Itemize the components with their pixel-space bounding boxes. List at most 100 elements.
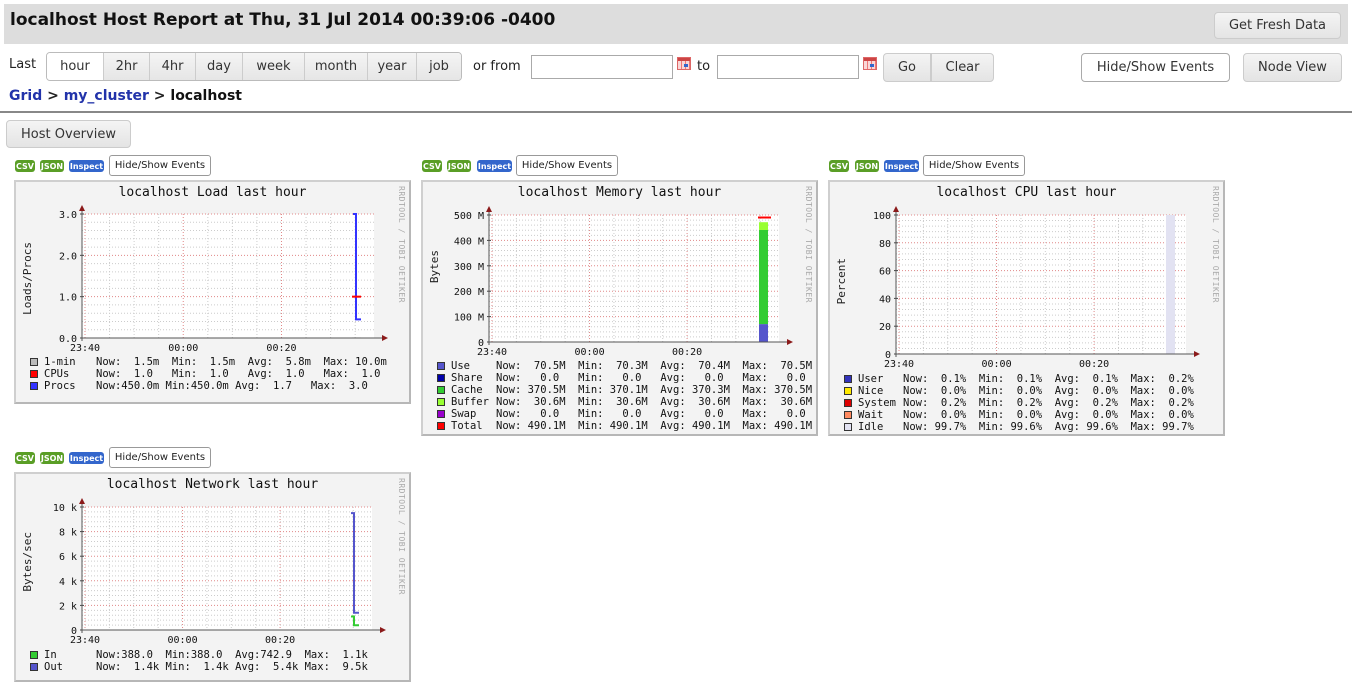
legend-stats: Now: 1.5m Min: 1.5m Avg: 5.8m Max: 10.0m: [96, 356, 387, 368]
graph-legend: 1-min Now: 1.5m Min: 1.5m Avg: 5.8m Max: …: [30, 356, 387, 392]
json-button[interactable]: JSON: [40, 452, 64, 464]
breadcrumb-separator: >: [47, 88, 59, 104]
legend-swatch: [437, 374, 445, 382]
inspect-button[interactable]: Inspect: [69, 160, 104, 172]
graph-events-button[interactable]: Hide/Show Events: [516, 155, 618, 176]
y-tick-label: 200 M: [454, 287, 484, 298]
csv-button[interactable]: CSV: [15, 160, 35, 172]
y-tick-label: 400 M: [454, 236, 484, 247]
inspect-button[interactable]: Inspect: [884, 160, 919, 172]
x-tick-label: 00:20: [266, 343, 296, 354]
csv-button[interactable]: CSV: [829, 160, 849, 172]
legend-swatch: [844, 411, 852, 419]
y-tick-label: 100 M: [454, 313, 484, 324]
x-tick-label: 23:40: [70, 635, 100, 646]
node-view-button[interactable]: Node View: [1243, 53, 1342, 82]
legend-series-name: 1-min: [44, 356, 76, 368]
y-tick-label: 60: [879, 267, 891, 278]
breadcrumb-separator: >: [153, 88, 166, 104]
legend-swatch: [437, 398, 445, 406]
memory-graph[interactable]: localhost Memory last hour RRDTOOL / TOBI…: [421, 180, 818, 436]
graph-events-button[interactable]: Hide/Show Events: [923, 155, 1025, 176]
legend-swatch: [30, 370, 38, 378]
calendar-icon[interactable]: [863, 57, 877, 70]
go-button[interactable]: Go: [883, 53, 931, 82]
y-tick-label: 2 k: [59, 601, 77, 612]
graph-legend: In Now:388.0 Min:388.0 Avg:742.9 Max: 1.1…: [30, 649, 368, 673]
y-tick-label: 20: [879, 322, 891, 333]
graph-events-button[interactable]: Hide/Show Events: [109, 155, 211, 176]
legend-series-name: Share: [451, 372, 483, 384]
from-date-input[interactable]: [531, 55, 673, 79]
range-job[interactable]: job: [416, 53, 461, 80]
x-tick-label: 00:00: [981, 359, 1011, 370]
y-tick-label: 2.0: [59, 251, 77, 262]
legend-row: CPUs Now: 1.0 Min: 1.0 Avg: 1.0 Max: 1.0: [30, 368, 387, 380]
hide-show-events-button[interactable]: Hide/Show Events: [1081, 53, 1230, 82]
range-4hr[interactable]: 4hr: [149, 53, 195, 80]
range-hour[interactable]: hour: [47, 53, 103, 80]
inspect-button[interactable]: Inspect: [69, 452, 104, 464]
legend-stats: Now: 99.7% Min: 99.6% Avg: 99.6% Max: 99…: [903, 421, 1194, 433]
y-tick-label: 80: [879, 239, 891, 250]
json-button[interactable]: JSON: [855, 160, 879, 172]
y-tick-label: 300 M: [454, 262, 484, 273]
csv-button[interactable]: CSV: [422, 160, 442, 172]
legend-row: Out Now: 1.4k Min: 1.4k Avg: 5.4k Max: 9.…: [30, 661, 368, 673]
legend-row: User Now: 0.1% Min: 0.1% Avg: 0.1% Max: 0…: [844, 373, 1194, 385]
legend-swatch: [437, 386, 445, 394]
x-tick-label: 00:00: [167, 635, 197, 646]
graph-events-button[interactable]: Hide/Show Events: [109, 447, 211, 468]
legend-swatch: [844, 387, 852, 395]
range-month[interactable]: month: [304, 53, 367, 80]
y-axis-arrow: [893, 206, 899, 212]
legend-row: Idle Now: 99.7% Min: 99.6% Avg: 99.6% Max…: [844, 421, 1194, 433]
y-tick-label: 4 k: [59, 577, 77, 588]
plot-area: 02 k4 k6 k8 k10 k23:40 00:00 00:20: [53, 498, 386, 646]
range-day[interactable]: day: [195, 53, 242, 80]
series-use: [759, 324, 768, 342]
breadcrumb-grid[interactable]: Grid: [9, 88, 42, 104]
json-button[interactable]: JSON: [447, 160, 471, 172]
get-fresh-data-button[interactable]: Get Fresh Data: [1214, 12, 1341, 39]
y-axis-arrow: [79, 205, 85, 211]
clear-button[interactable]: Clear: [931, 53, 994, 82]
legend-row: Total Now: 490.1M Min: 490.1M Avg: 490.1M…: [437, 420, 812, 432]
y-tick-label: 500 M: [454, 211, 484, 222]
cpu-graph[interactable]: localhost CPU last hour RRDTOOL / TOBI OE…: [828, 180, 1225, 436]
y-tick-label: 1.0: [59, 293, 77, 304]
to-date-input[interactable]: [717, 55, 859, 79]
csv-button[interactable]: CSV: [15, 452, 35, 464]
x-tick-label: 23:40: [884, 359, 914, 370]
load-graph[interactable]: localhost Load last hour RRDTOOL / TOBI O…: [14, 180, 411, 404]
calendar-icon[interactable]: [677, 57, 691, 70]
range-year[interactable]: year: [367, 53, 416, 80]
legend-swatch: [437, 410, 445, 418]
plot-area: 0.01.02.03.023:40 00:00 00:20: [59, 205, 388, 354]
legend-row: 1-min Now: 1.5m Min: 1.5m Avg: 5.8m Max: …: [30, 356, 387, 368]
legend-stats: Now:450.0m Min:450.0m Avg: 1.7 Max: 3.0: [96, 380, 368, 392]
legend-row: Buffer Now: 30.6M Min: 30.6M Avg: 30.6M M…: [437, 396, 812, 408]
legend-series-name: In: [44, 649, 57, 661]
graph-legend: User Now: 0.1% Min: 0.1% Avg: 0.1% Max: 0…: [844, 373, 1194, 433]
legend-row: Swap Now: 0.0 Min: 0.0 Avg: 0.0 Max: 0.0: [437, 408, 812, 420]
x-tick-label: 00:20: [1079, 359, 1109, 370]
legend-series-name: Procs: [44, 380, 76, 392]
range-2hr[interactable]: 2hr: [103, 53, 149, 80]
legend-stats: Now: 0.1% Min: 0.1% Avg: 0.1% Max: 0.2%: [903, 373, 1194, 385]
legend-swatch: [844, 375, 852, 383]
breadcrumb-cluster[interactable]: my_cluster: [64, 88, 149, 104]
y-tick-label: 6 k: [59, 552, 77, 563]
legend-stats: Now: 0.2% Min: 0.2% Avg: 0.2% Max: 0.2%: [903, 397, 1194, 409]
legend-series-name: Total: [451, 420, 483, 432]
legend-stats: Now: 490.1M Min: 490.1M Avg: 490.1M Max:…: [496, 420, 813, 432]
inspect-button[interactable]: Inspect: [477, 160, 512, 172]
network-graph[interactable]: localhost Network last hour RRDTOOL / TOB…: [14, 472, 411, 682]
json-button[interactable]: JSON: [40, 160, 64, 172]
plot-area: 0100 M200 M300 M400 M500 M23:40 00:00 00:2…: [454, 206, 793, 358]
range-week[interactable]: week: [242, 53, 304, 80]
series-idle: [1166, 215, 1175, 354]
host-overview-button[interactable]: Host Overview: [6, 120, 131, 148]
legend-stats: Now: 70.5M Min: 70.3M Avg: 70.4M Max: 70…: [496, 360, 813, 372]
legend-swatch: [30, 382, 38, 390]
